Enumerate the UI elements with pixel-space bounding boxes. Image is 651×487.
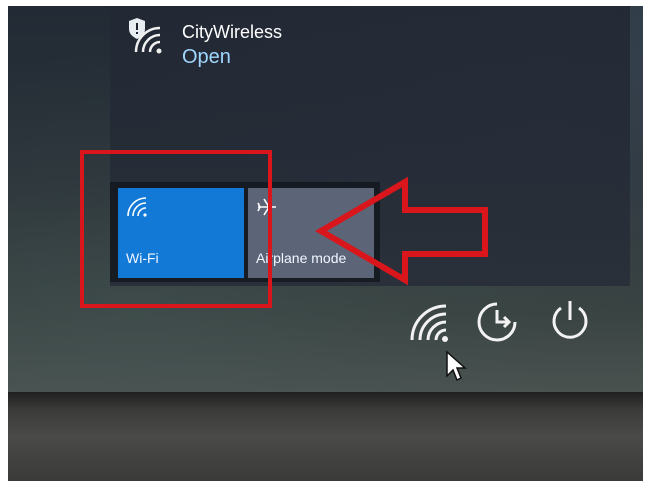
network-name: CityWireless bbox=[182, 22, 283, 42]
network-status: Open bbox=[182, 46, 231, 68]
power-icon[interactable] bbox=[548, 298, 592, 344]
wifi-icon[interactable] bbox=[408, 302, 452, 342]
photo-frame: CityWireless Open Wi-Fi Airplane mode bbox=[8, 6, 643, 481]
screen: CityWireless Open Wi-Fi Airplane mode bbox=[8, 6, 643, 392]
laptop-bezel bbox=[8, 392, 643, 481]
highlight-box bbox=[80, 150, 272, 308]
sleep-icon[interactable] bbox=[474, 300, 520, 344]
wifi-shield-icon bbox=[129, 18, 162, 54]
left-arrow-annotation bbox=[315, 176, 488, 286]
mouse-cursor-icon bbox=[446, 350, 467, 382]
